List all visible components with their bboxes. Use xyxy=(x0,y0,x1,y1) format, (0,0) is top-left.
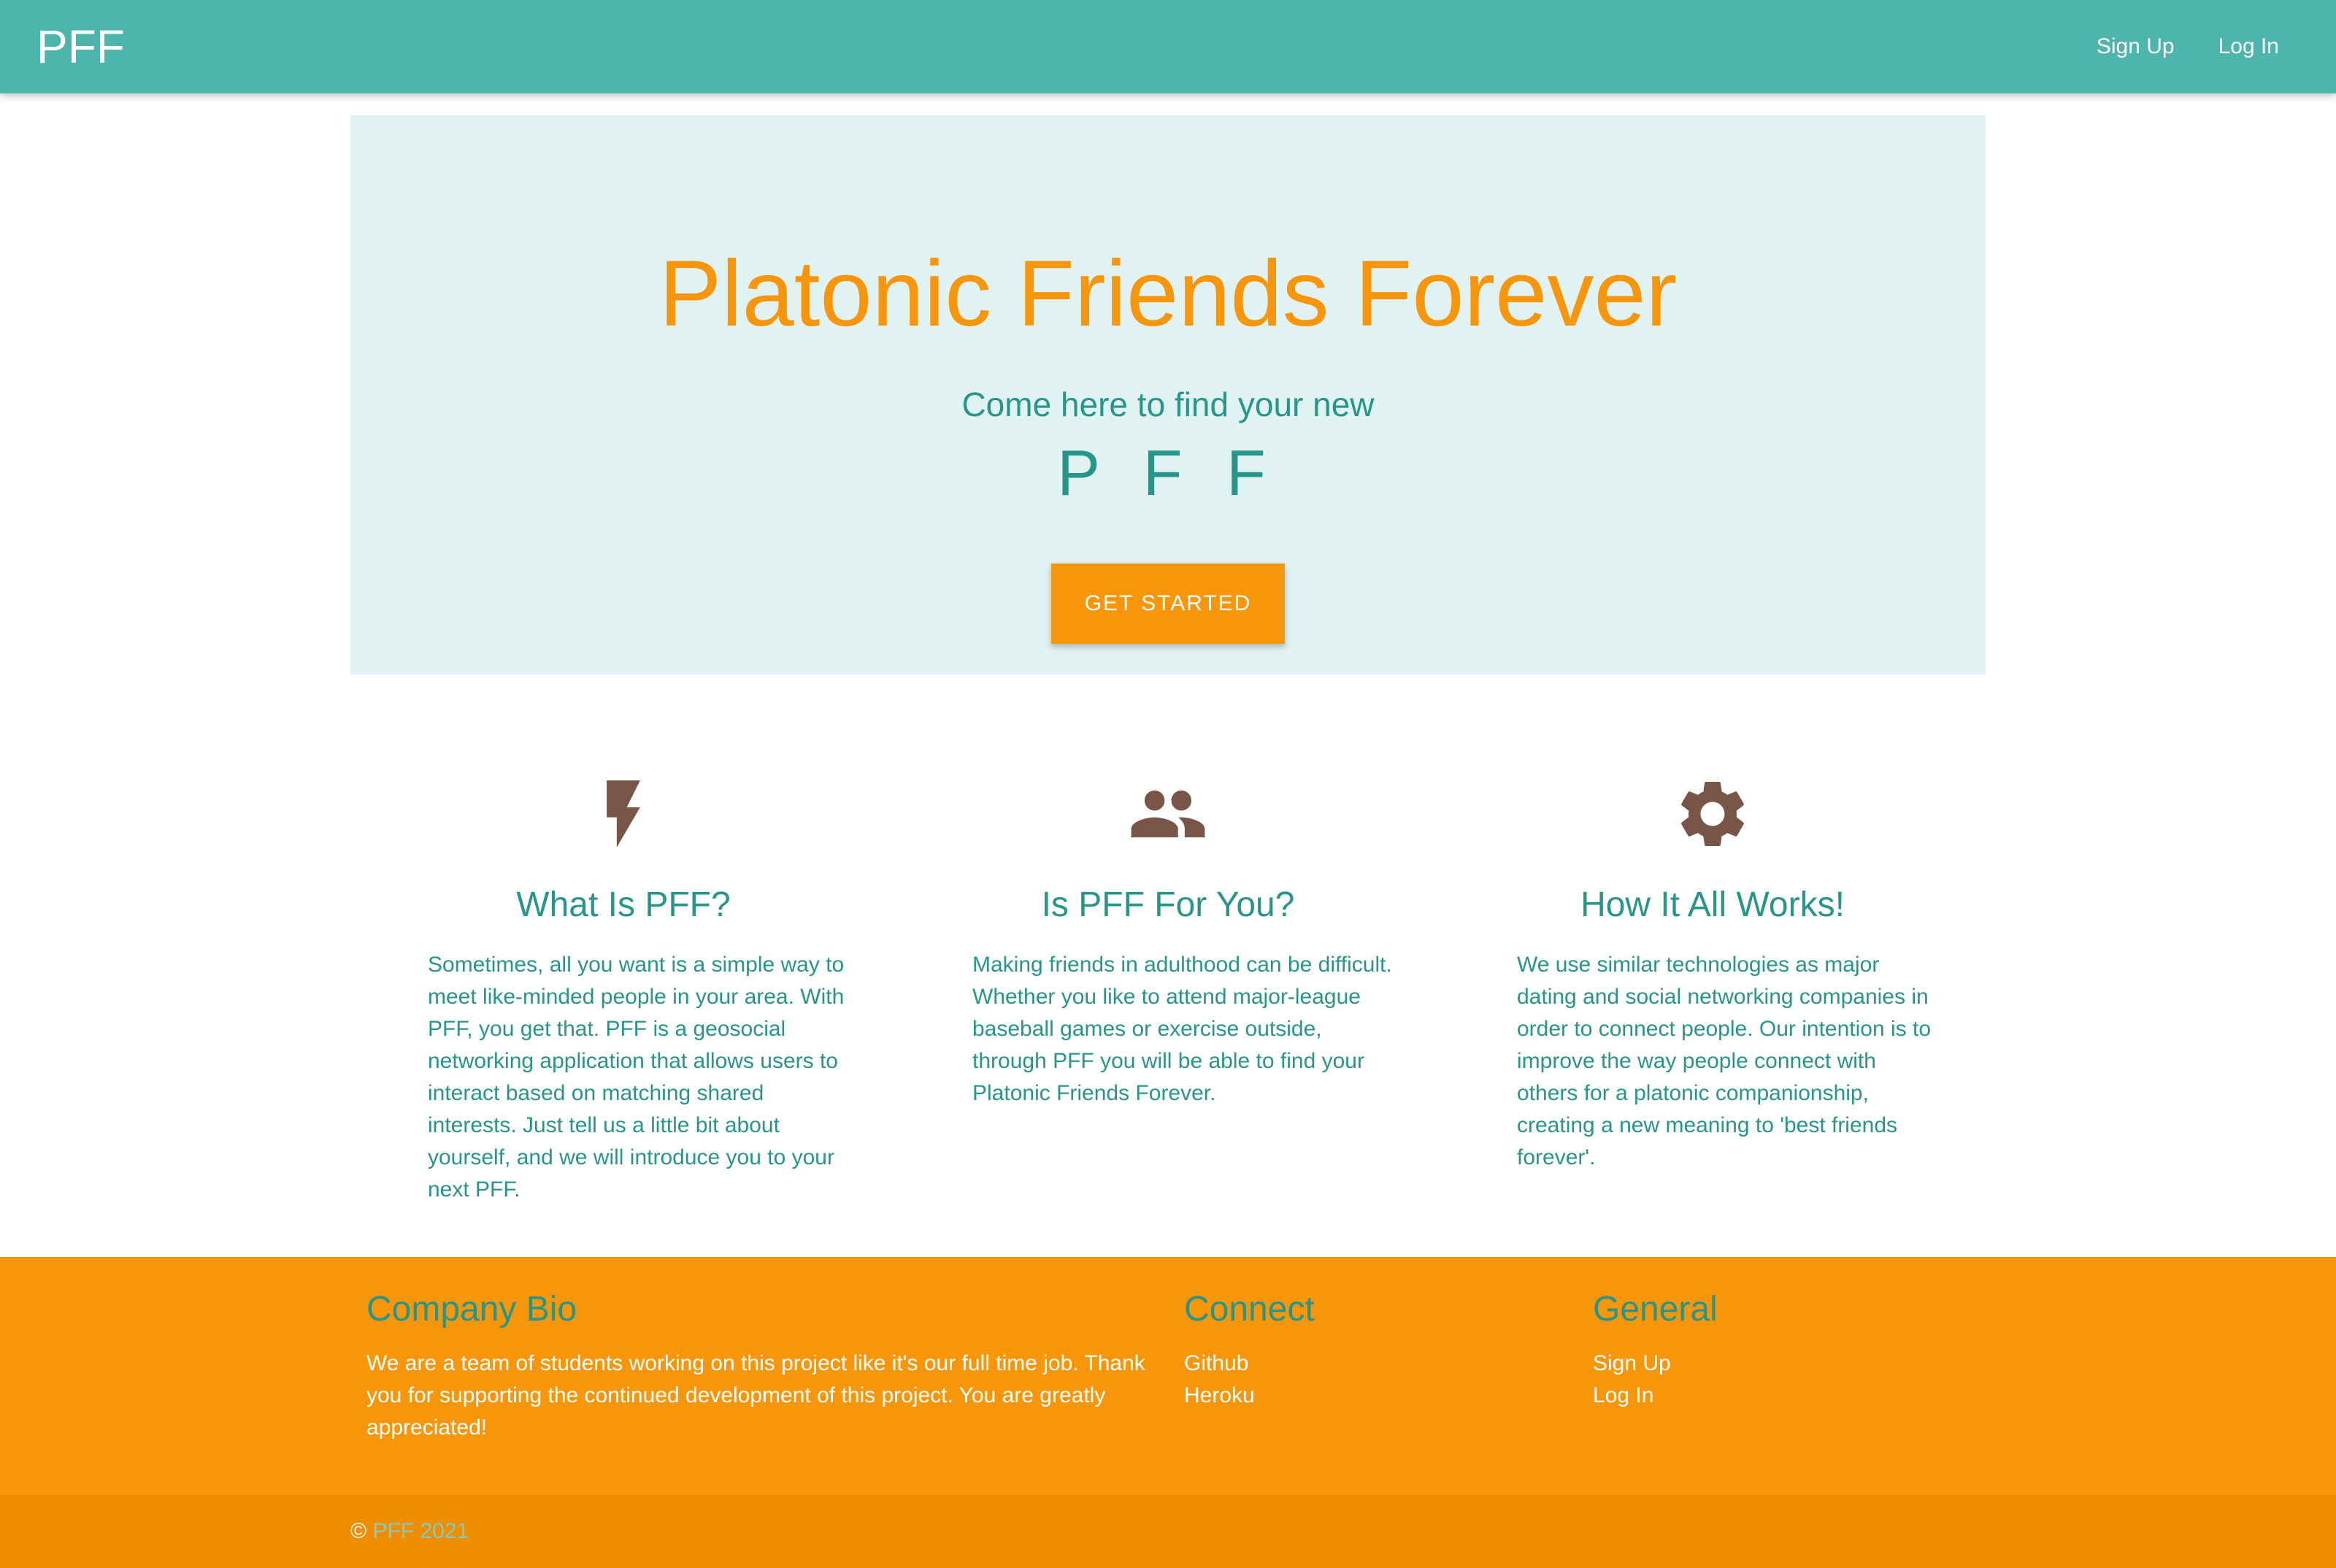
footer-heading: General xyxy=(1593,1290,1718,1329)
footer-connect: Connect Github Heroku xyxy=(1184,1286,1549,1412)
copyright-bar: © PFF 2021 xyxy=(0,1495,2336,1568)
hero-section: Platonic Friends Forever Come here to fi… xyxy=(350,115,1986,675)
feature-text: Sometimes, all you want is a simple way … xyxy=(428,953,845,1202)
footer-bio-text: We are a team of students working on thi… xyxy=(366,1351,1145,1440)
footer-log-in-link[interactable]: Log In xyxy=(1593,1380,1958,1412)
copyright-symbol: © xyxy=(350,1519,367,1543)
nav-log-in-link[interactable]: Log In xyxy=(2218,34,2279,59)
heroku-link[interactable]: Heroku xyxy=(1184,1380,1549,1412)
footer-connect-links: Github Heroku xyxy=(1184,1348,1549,1412)
feature-title: What Is PFF? xyxy=(516,885,731,924)
nav-sign-up-link[interactable]: Sign Up xyxy=(2097,34,2175,59)
footer: Company Bio We are a team of students wo… xyxy=(0,1257,2336,1495)
nav-links: Sign Up Log In xyxy=(2053,0,2279,93)
flash-icon xyxy=(607,780,640,848)
feature-title: How It All Works! xyxy=(1580,885,1845,924)
feature-text: Making friends in adulthood can be diffi… xyxy=(972,953,1392,1105)
footer-company-bio: Company Bio We are a team of students wo… xyxy=(366,1286,1155,1444)
footer-heading: Company Bio xyxy=(366,1290,577,1329)
hero-subtitle: Come here to find your new xyxy=(961,385,1375,423)
copyright-name[interactable]: PFF 2021 xyxy=(372,1519,469,1543)
github-link[interactable]: Github xyxy=(1184,1348,1549,1380)
footer-general: General Sign Up Log In xyxy=(1593,1286,1958,1412)
people-icon xyxy=(1131,790,1205,838)
footer-general-links: Sign Up Log In xyxy=(1593,1348,1958,1412)
get-started-button[interactable]: GET STARTED xyxy=(1051,564,1285,644)
copyright: © PFF 2021 xyxy=(350,1517,469,1546)
gear-icon xyxy=(1681,782,1744,846)
navbar: PFF Sign Up Log In xyxy=(0,0,2336,93)
footer-heading: Connect xyxy=(1184,1290,1315,1329)
brand-logo[interactable]: PFF xyxy=(36,19,125,74)
hero-acronym: P F F xyxy=(1057,437,1279,509)
feature-text: We use similar technologies as major dat… xyxy=(1517,953,1932,1169)
footer-sign-up-link[interactable]: Sign Up xyxy=(1593,1348,1958,1380)
hero-title: Platonic Friends Forever xyxy=(658,242,1678,346)
feature-title: Is PFF For You? xyxy=(1041,885,1295,924)
